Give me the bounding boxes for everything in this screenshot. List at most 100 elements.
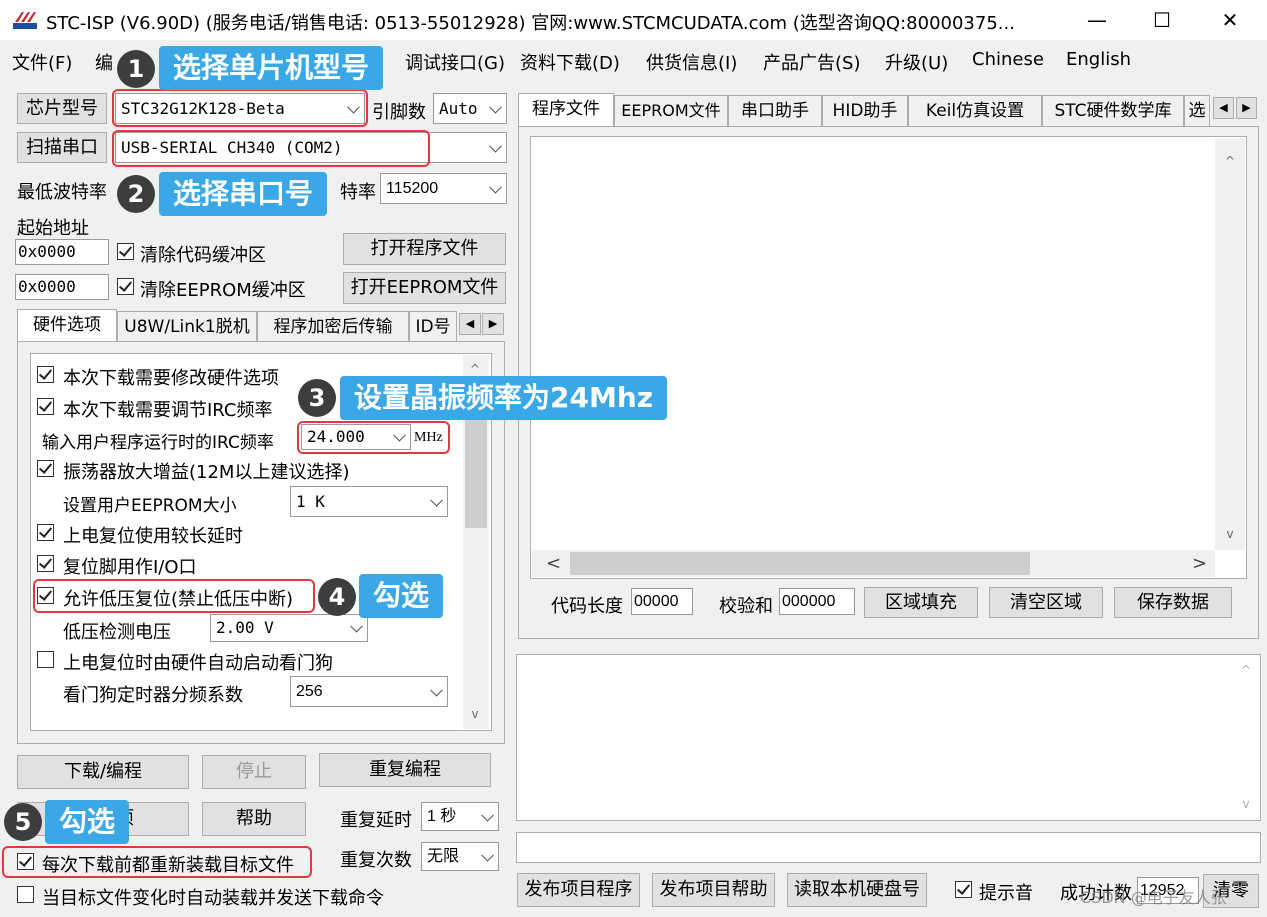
tab-program-file[interactable]: 程序文件: [518, 93, 614, 126]
publish-program-button[interactable]: 发布项目程序: [517, 873, 640, 907]
repeat-program-button[interactable]: 重复编程: [319, 753, 491, 787]
highlight-chip-model: [112, 89, 368, 127]
menu-upgrade[interactable]: 升级(U): [885, 49, 948, 75]
scroll-up-icon[interactable]: ^: [467, 361, 483, 377]
chevron-down-icon: [489, 180, 502, 194]
tab-id[interactable]: ID号: [409, 311, 457, 342]
pins-label: 引脚数: [372, 102, 426, 123]
eeprom-start-address-field[interactable]: 0x0000: [15, 274, 109, 300]
hex-hscroll-thumb[interactable]: [570, 552, 1030, 575]
tab-encrypted-transfer[interactable]: 程序加密后传输: [257, 311, 409, 342]
maximize-button[interactable]: ☐: [1140, 6, 1184, 34]
hex-vertical-scrollbar[interactable]: [1215, 138, 1245, 550]
watchdog-prescaler-select[interactable]: 256: [290, 676, 448, 707]
fill-area-button[interactable]: 区域填充: [864, 587, 978, 618]
scroll-right-icon[interactable]: >: [1192, 553, 1207, 574]
eeprom-size-label: 设置用户EEPROM大小: [63, 496, 237, 516]
open-program-file-button[interactable]: 打开程序文件: [343, 233, 506, 265]
scroll-down-icon[interactable]: v: [467, 706, 483, 722]
menu-chinese[interactable]: Chinese: [972, 49, 1044, 70]
chevron-down-icon: [481, 848, 494, 862]
watchdog-prescaler-value: 256: [296, 683, 323, 700]
close-button[interactable]: ✕: [1208, 6, 1252, 34]
tab-serial-assistant[interactable]: 串口助手: [728, 95, 822, 126]
help-button[interactable]: 帮助: [202, 802, 306, 836]
scroll-up-icon[interactable]: ^: [1222, 153, 1238, 169]
chip-model-button[interactable]: 芯片型号: [17, 93, 107, 124]
auto-watchdog-checkbox[interactable]: [37, 651, 54, 668]
repeat-delay-select[interactable]: 1 秒: [421, 802, 499, 831]
adjust-irc-checkbox[interactable]: [37, 398, 54, 415]
code-length-label: 代码长度: [551, 596, 623, 617]
modify-hardware-label: 本次下载需要修改硬件选项: [63, 368, 279, 389]
max-baud-select[interactable]: 115200: [380, 173, 507, 204]
open-eeprom-file-button[interactable]: 打开EEPROM文件: [343, 272, 506, 304]
beep-checkbox[interactable]: [955, 881, 972, 898]
scan-port-button[interactable]: 扫描串口: [17, 132, 107, 163]
clear-code-label: 清除代码缓冲区: [140, 245, 266, 266]
code-start-address-field[interactable]: 0x0000: [15, 239, 109, 265]
minimize-button[interactable]: —: [1075, 6, 1119, 34]
tab-u8w-offline[interactable]: U8W/Link1脱机: [117, 311, 257, 342]
chevron-down-icon: [489, 100, 502, 114]
clear-eeprom-checkbox[interactable]: [117, 278, 134, 295]
tab-keil-settings[interactable]: Keil仿真设置: [908, 95, 1042, 126]
step-2-number: 2: [117, 175, 155, 213]
tab-math-library[interactable]: STC硬件数学库: [1042, 95, 1184, 126]
tab-scroll-right-icon[interactable]: ▶: [1236, 97, 1257, 119]
menu-ads[interactable]: 产品广告(S): [763, 49, 860, 75]
max-baud-value: 115200: [386, 180, 439, 197]
read-disk-id-button[interactable]: 读取本机硬盘号: [787, 873, 927, 907]
watchdog-prescaler-label: 看门狗定时器分频系数: [63, 685, 243, 706]
chevron-down-icon: [430, 493, 443, 507]
clear-code-checkbox[interactable]: [117, 243, 134, 260]
highlight-serial-port: [112, 130, 430, 167]
tab-scroll-right-icon[interactable]: ▶: [482, 313, 504, 335]
repeat-delay-value: 1 秒: [427, 808, 457, 825]
menu-downloads[interactable]: 资料下载(D): [520, 49, 620, 75]
scroll-down-icon[interactable]: v: [1222, 526, 1238, 542]
menu-edit[interactable]: 编: [95, 49, 113, 75]
scroll-left-icon[interactable]: <: [546, 553, 561, 574]
long-reset-delay-checkbox[interactable]: [37, 524, 54, 541]
hex-view-area: [530, 136, 1247, 579]
tab-more[interactable]: 选: [1184, 95, 1210, 126]
save-data-button[interactable]: 保存数据: [1114, 587, 1232, 618]
reset-pin-io-checkbox[interactable]: [37, 555, 54, 572]
publish-help-button[interactable]: 发布项目帮助: [652, 873, 775, 907]
window-title: STC-ISP (V6.90D) (服务电话/销售电话: 0513-550129…: [46, 13, 1015, 34]
menu-file[interactable]: 文件(F): [12, 49, 72, 75]
menu-english[interactable]: English: [1066, 49, 1131, 70]
progress-bar: [516, 832, 1261, 863]
menu-supply-info[interactable]: 供货信息(I): [646, 49, 737, 75]
tab-hardware-options[interactable]: 硬件选项: [17, 309, 117, 342]
repeat-count-select[interactable]: 无限: [421, 842, 499, 871]
clear-area-button[interactable]: 清空区域: [989, 587, 1103, 618]
scroll-up-icon[interactable]: ^: [1238, 662, 1254, 678]
chevron-down-icon: [350, 619, 363, 633]
chevron-down-icon: [481, 808, 494, 822]
tab-scroll-left-icon[interactable]: ◀: [459, 313, 481, 335]
tab-eeprom-file[interactable]: EEPROM文件: [614, 95, 728, 126]
tab-scroll-left-icon[interactable]: ◀: [1213, 97, 1234, 119]
checksum-field: 000000: [779, 588, 855, 615]
auto-reload-checkbox[interactable]: [17, 886, 34, 903]
clear-eeprom-label: 清除EEPROM缓冲区: [140, 280, 306, 301]
highlight-irc-frequency: [297, 421, 450, 454]
pins-select[interactable]: Auto: [433, 93, 507, 124]
menu-debug-interface[interactable]: 调试接口(G): [405, 49, 505, 75]
download-program-button[interactable]: 下载/编程: [17, 755, 189, 789]
repeat-count-label: 重复次数: [340, 850, 412, 871]
checksum-label: 校验和: [719, 596, 773, 617]
tab-hid-assistant[interactable]: HID助手: [822, 95, 908, 126]
chevron-down-icon: [430, 683, 443, 697]
stop-button[interactable]: 停止: [202, 755, 306, 789]
step-4-number: 4: [318, 578, 356, 616]
modify-hardware-checkbox[interactable]: [37, 366, 54, 383]
start-address-label: 起始地址: [17, 218, 89, 239]
lvd-voltage-select[interactable]: 2.00 V: [210, 614, 368, 642]
step-2-caption: 选择串口号: [159, 172, 328, 216]
scroll-down-icon[interactable]: v: [1238, 796, 1254, 812]
oscillator-gain-checkbox[interactable]: [37, 460, 54, 477]
eeprom-size-select[interactable]: 1 K: [290, 486, 448, 517]
